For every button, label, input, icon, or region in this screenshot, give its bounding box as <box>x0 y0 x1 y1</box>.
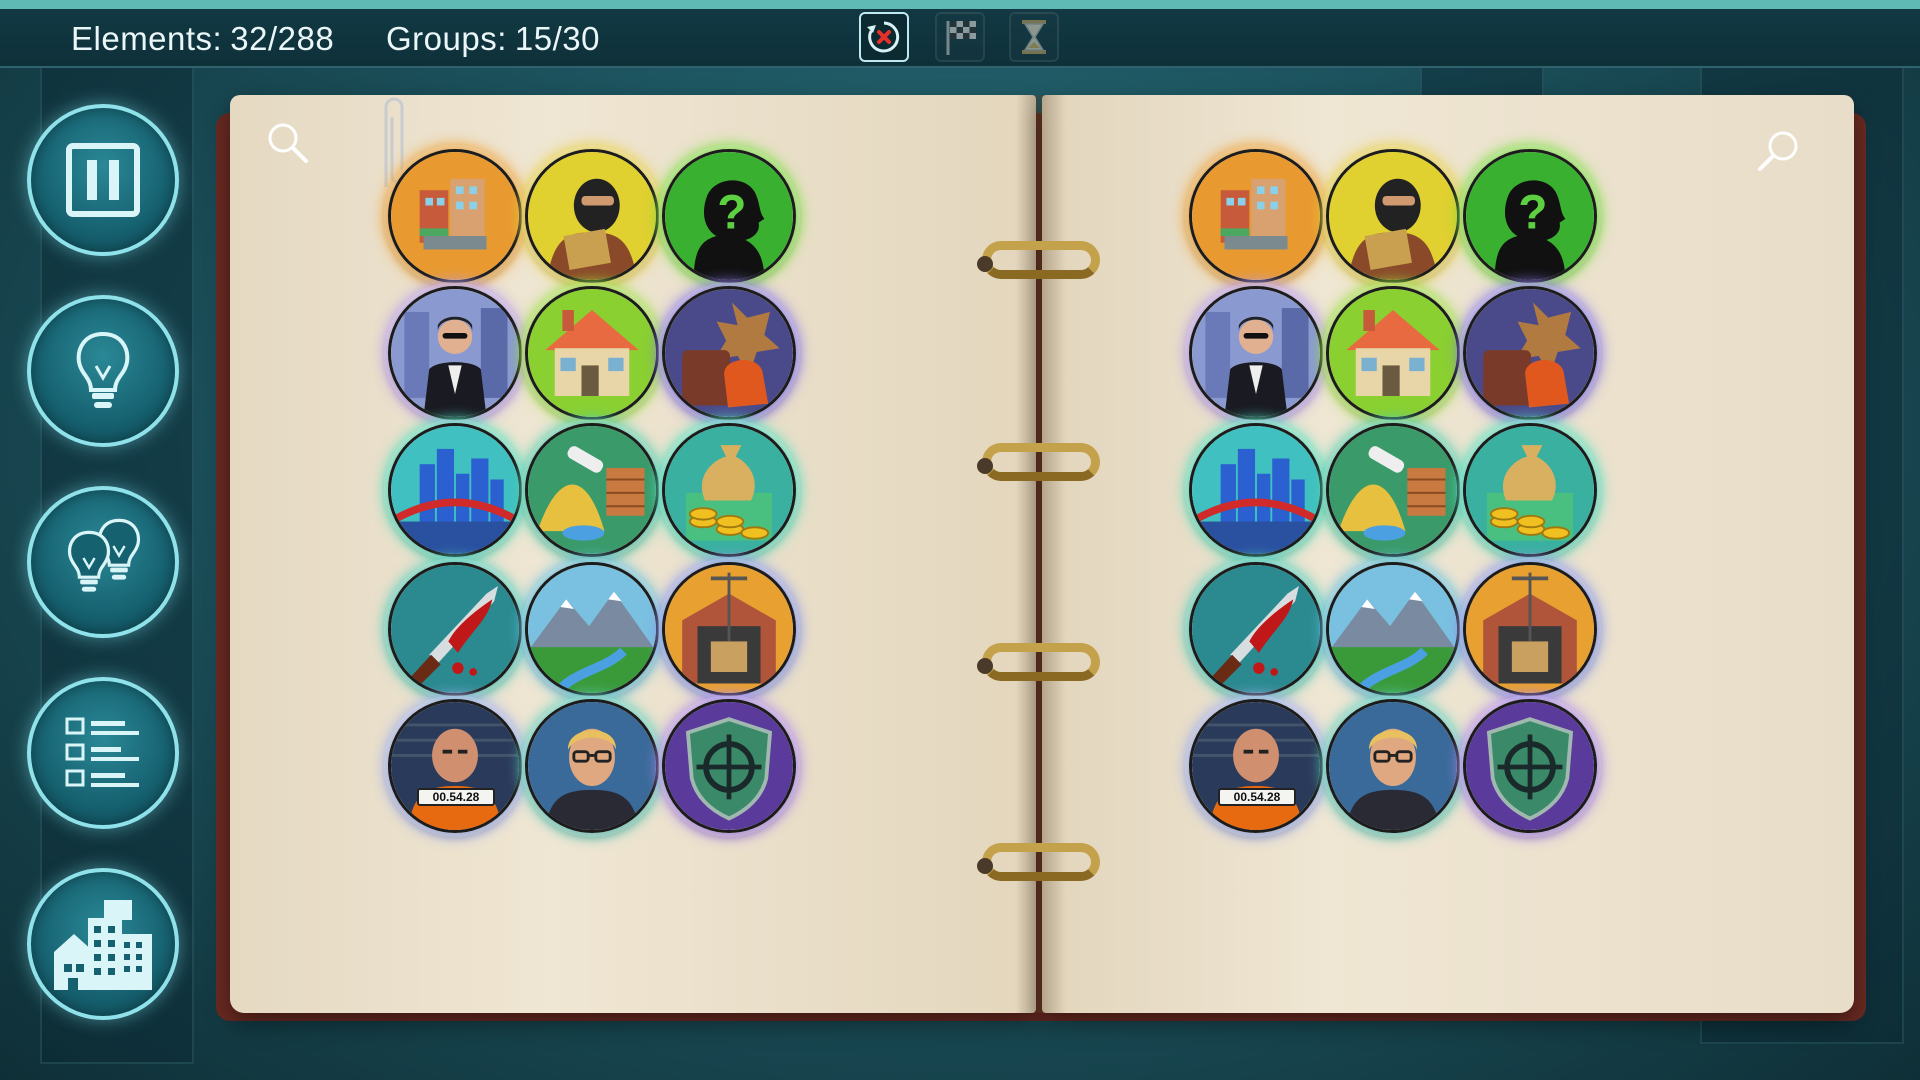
bloody-knife-icon <box>391 565 519 693</box>
binder-ring <box>977 643 1100 681</box>
luggage-icon <box>665 289 793 417</box>
prisoner-mugshot-icon <box>391 702 519 830</box>
city-map-button[interactable] <box>27 868 179 1020</box>
skyline-bridge-icon <box>1192 426 1320 554</box>
task-list-icon <box>65 717 139 787</box>
hint-bulb-icon <box>76 331 130 408</box>
groups-counter: Groups: 15/30 <box>386 20 600 58</box>
finish-button[interactable] <box>935 12 985 62</box>
construction-materials-tile[interactable] <box>1326 423 1460 557</box>
skyline-bridge-icon <box>391 426 519 554</box>
pause-icon <box>66 143 140 217</box>
notebook: ? 00.54.28 ? 00.54.28 <box>216 95 1866 1025</box>
groups-value: 15/30 <box>514 20 600 57</box>
mystery-person-tile[interactable]: ? <box>662 149 796 283</box>
masked-thief-tile[interactable] <box>525 149 659 283</box>
agent-in-suit-icon <box>1192 289 1320 417</box>
prisoner-mugshot-tile[interactable]: 00.54.28 <box>388 699 522 833</box>
money-bag-icon <box>665 426 793 554</box>
blond-man-glasses-icon <box>528 702 656 830</box>
house-icon <box>1329 289 1457 417</box>
construction-materials-icon <box>528 426 656 554</box>
luggage-icon <box>1466 289 1594 417</box>
checkered-flag-icon <box>946 21 976 55</box>
bloody-knife-tile[interactable] <box>388 562 522 696</box>
mugshot-plate: 00.54.28 <box>417 788 495 806</box>
construction-materials-icon <box>1329 426 1457 554</box>
blond-man-glasses-icon <box>1329 702 1457 830</box>
mountain-valley-tile[interactable] <box>1326 562 1460 696</box>
top-bar-accent <box>0 0 1920 9</box>
house-tile[interactable] <box>1326 286 1460 420</box>
binder-ring <box>977 241 1100 279</box>
skyline-bridge-tile[interactable] <box>1189 423 1323 557</box>
mystery-person-icon: ? <box>665 152 793 280</box>
double-hint-icon <box>67 518 141 592</box>
masked-thief-icon <box>1329 152 1457 280</box>
zoom-left-icon[interactable] <box>266 121 310 165</box>
money-bag-tile[interactable] <box>662 423 796 557</box>
warehouse-crane-tile[interactable] <box>1463 562 1597 696</box>
prisoner-mugshot-tile[interactable]: 00.54.28 <box>1189 699 1323 833</box>
city-district-tile[interactable] <box>1189 149 1323 283</box>
agent-in-suit-tile[interactable] <box>388 286 522 420</box>
mugshot-plate: 00.54.28 <box>1218 788 1296 806</box>
warehouse-crane-icon <box>1466 565 1594 693</box>
zoom-right-icon[interactable] <box>1756 129 1800 173</box>
skyline-bridge-tile[interactable] <box>388 423 522 557</box>
top-bar: Elements: 32/288 Groups: 15/30 <box>0 0 1920 68</box>
blond-man-glasses-tile[interactable] <box>1326 699 1460 833</box>
money-bag-icon <box>1466 426 1594 554</box>
house-icon <box>528 289 656 417</box>
target-shield-tile[interactable] <box>1463 699 1597 833</box>
city-map-icon <box>54 900 152 990</box>
blond-man-glasses-tile[interactable] <box>525 699 659 833</box>
hourglass-icon <box>1022 20 1046 54</box>
city-district-icon <box>391 152 519 280</box>
bloody-knife-tile[interactable] <box>1189 562 1323 696</box>
pause-button[interactable] <box>27 104 179 256</box>
warehouse-crane-tile[interactable] <box>662 562 796 696</box>
mountain-valley-icon <box>528 565 656 693</box>
binder-ring <box>977 443 1100 481</box>
luggage-tile[interactable] <box>1463 286 1597 420</box>
house-tile[interactable] <box>525 286 659 420</box>
target-shield-icon <box>1466 702 1594 830</box>
hint-button[interactable] <box>27 295 179 447</box>
mountain-valley-tile[interactable] <box>525 562 659 696</box>
timer-button[interactable] <box>1009 12 1059 62</box>
city-district-tile[interactable] <box>388 149 522 283</box>
mystery-person-tile[interactable]: ? <box>1463 149 1597 283</box>
bloody-knife-icon <box>1192 565 1320 693</box>
target-shield-tile[interactable] <box>662 699 796 833</box>
masked-thief-icon <box>528 152 656 280</box>
masked-thief-tile[interactable] <box>1326 149 1460 283</box>
super-hint-button[interactable] <box>27 486 179 638</box>
construction-materials-tile[interactable] <box>525 423 659 557</box>
luggage-tile[interactable] <box>662 286 796 420</box>
restart-icon <box>867 21 900 53</box>
elements-label: Elements: <box>71 20 223 57</box>
tasks-button[interactable] <box>27 677 179 829</box>
svg-text:?: ? <box>717 186 746 239</box>
city-district-icon <box>1192 152 1320 280</box>
agent-in-suit-icon <box>391 289 519 417</box>
elements-value: 32/288 <box>230 20 335 57</box>
agent-in-suit-tile[interactable] <box>1189 286 1323 420</box>
groups-label: Groups: <box>386 20 507 57</box>
money-bag-tile[interactable] <box>1463 423 1597 557</box>
warehouse-crane-icon <box>665 565 793 693</box>
mountain-valley-icon <box>1329 565 1457 693</box>
binder-ring <box>977 843 1100 881</box>
mystery-person-icon: ? <box>1466 152 1594 280</box>
prisoner-mugshot-icon <box>1192 702 1320 830</box>
restart-button[interactable] <box>859 12 909 62</box>
target-shield-icon <box>665 702 793 830</box>
svg-text:?: ? <box>1518 186 1547 239</box>
elements-counter: Elements: 32/288 <box>71 20 334 58</box>
